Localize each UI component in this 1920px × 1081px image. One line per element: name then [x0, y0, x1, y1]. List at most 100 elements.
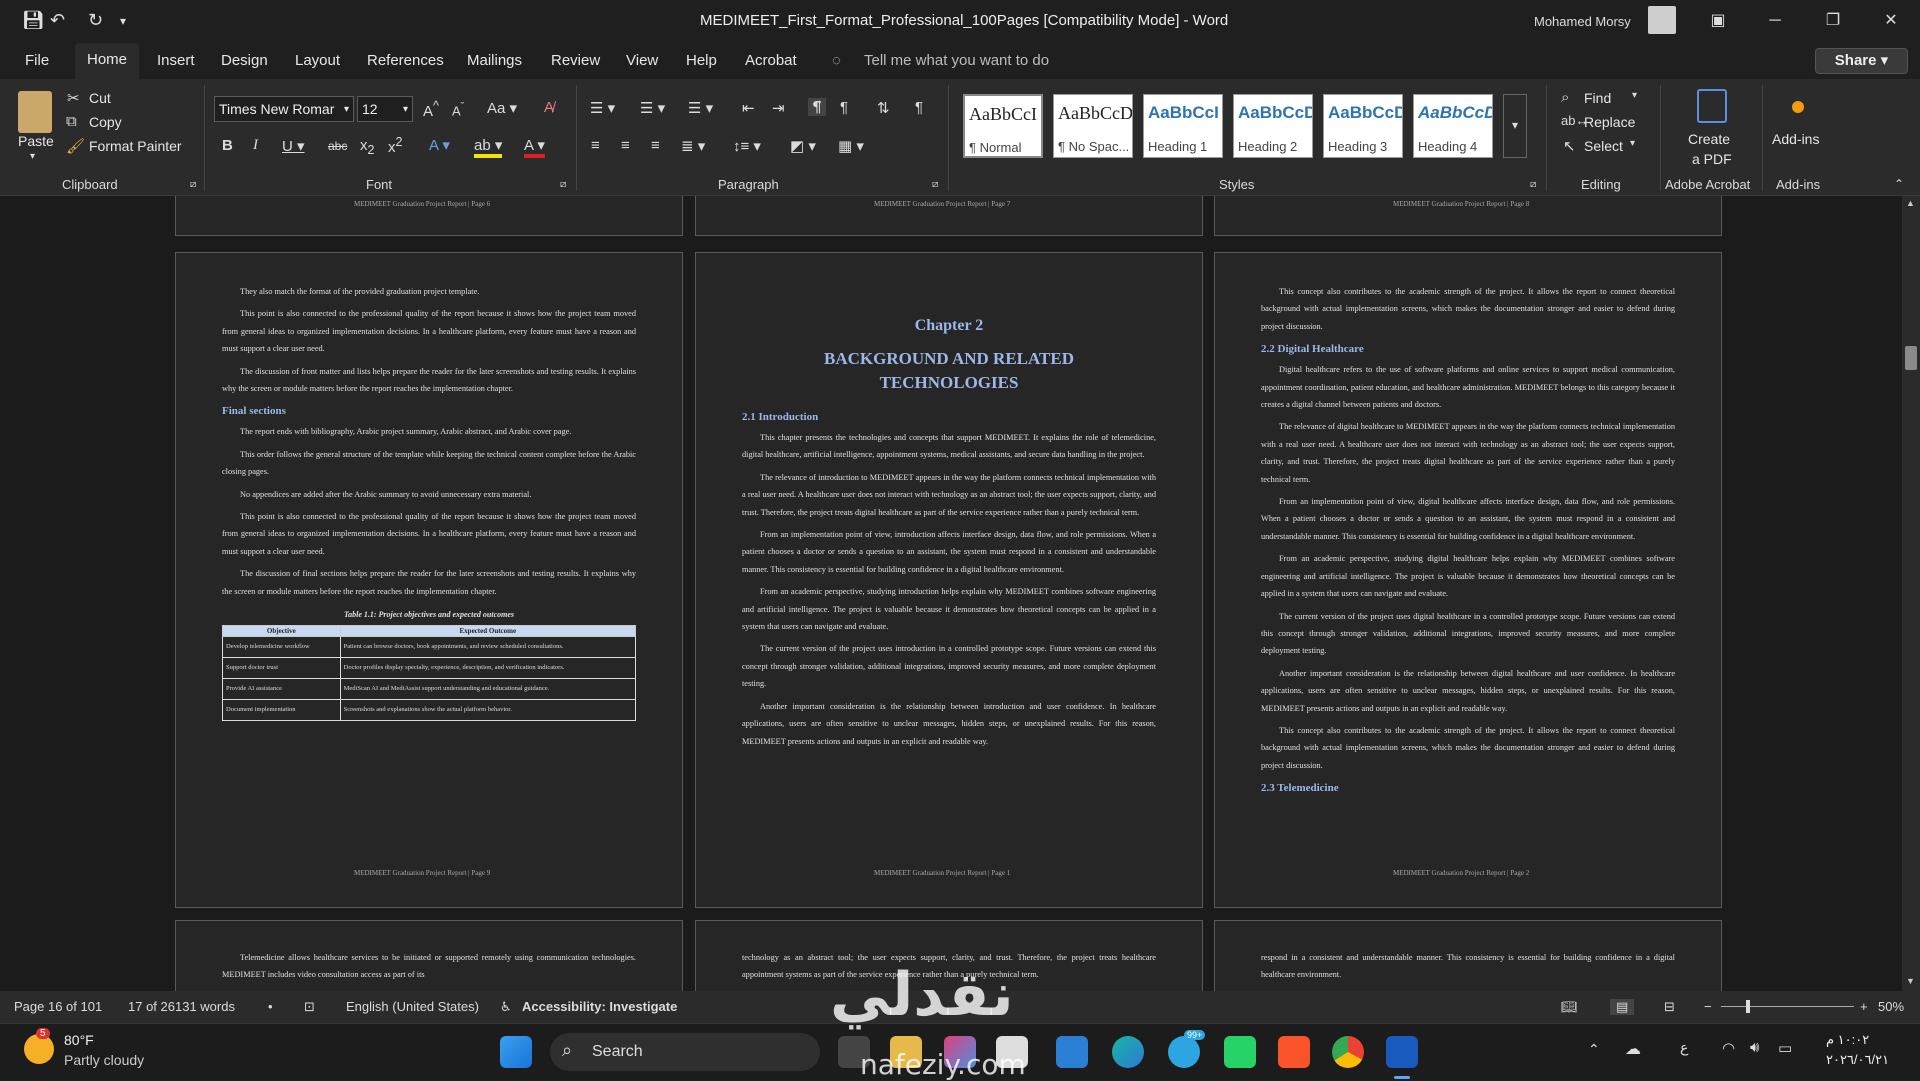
- copy-button[interactable]: Copy: [89, 114, 122, 130]
- paste-button[interactable]: Paste: [18, 133, 54, 149]
- weather-temperature[interactable]: 80°F: [64, 1032, 94, 1048]
- ltr-icon[interactable]: ¶⃗: [808, 98, 826, 116]
- share-button[interactable]: Share ▾: [1815, 48, 1908, 74]
- accessibility-status[interactable]: Accessibility: Investigate: [522, 999, 677, 1014]
- scroll-thumb[interactable]: [1905, 346, 1917, 370]
- change-case-icon[interactable]: Aa ▾: [487, 99, 517, 117]
- zoom-level[interactable]: 50%: [1878, 999, 1904, 1014]
- paste-icon[interactable]: [18, 91, 52, 133]
- vscode-icon[interactable]: [1056, 1036, 1088, 1068]
- battery-icon[interactable]: ▭: [1778, 1039, 1792, 1057]
- tray-overflow-icon[interactable]: ⌃: [1588, 1041, 1600, 1058]
- tab-view[interactable]: View: [626, 52, 658, 69]
- ribbon-display-icon[interactable]: ▣: [1695, 6, 1741, 36]
- input-language[interactable]: ع: [1680, 1039, 1688, 1056]
- borders-icon[interactable]: ▦ ▾: [838, 137, 864, 155]
- strikethrough-icon[interactable]: abc: [328, 139, 347, 153]
- zoom-slider-thumb[interactable]: [1746, 1000, 1750, 1013]
- cut-button[interactable]: Cut: [89, 90, 111, 106]
- tell-me-search[interactable]: Tell me what you want to do: [864, 52, 1049, 69]
- superscript-icon[interactable]: x2: [388, 135, 402, 156]
- multilevel-list-icon[interactable]: ☰ ▾: [688, 99, 713, 117]
- word-icon[interactable]: [1386, 1036, 1418, 1068]
- collapse-ribbon-icon[interactable]: ⌃: [1894, 177, 1904, 191]
- tab-insert[interactable]: Insert: [157, 52, 195, 69]
- select-button[interactable]: Select: [1584, 138, 1623, 154]
- text-effects-icon[interactable]: A ▾: [429, 136, 450, 154]
- styles-launcher-icon[interactable]: ⧄: [1530, 179, 1536, 190]
- align-right-icon[interactable]: ≡: [651, 137, 660, 154]
- line-spacing-icon[interactable]: ↕≡ ▾: [733, 137, 761, 155]
- style-heading-2[interactable]: AaBbCcD Heading 2: [1233, 94, 1313, 158]
- zoom-in-icon[interactable]: +: [1860, 999, 1868, 1014]
- avatar[interactable]: [1648, 6, 1676, 34]
- increase-indent-icon[interactable]: ⇥: [772, 99, 785, 117]
- tab-file[interactable]: File: [25, 52, 49, 69]
- underline-icon[interactable]: U ▾: [282, 137, 305, 155]
- format-painter-icon[interactable]: 🖌︎: [66, 137, 85, 155]
- telegram-icon[interactable]: [1168, 1036, 1200, 1068]
- scroll-down-icon[interactable]: ▼: [1906, 976, 1915, 986]
- undo-icon[interactable]: ↶: [50, 10, 65, 31]
- format-painter-button[interactable]: Format Painter: [89, 138, 182, 154]
- print-layout-icon[interactable]: ▤: [1610, 999, 1635, 1015]
- whatsapp-icon[interactable]: [1224, 1036, 1256, 1068]
- edge-icon[interactable]: [1112, 1036, 1144, 1068]
- sort-icon[interactable]: ⇅: [877, 99, 890, 117]
- tab-mailings[interactable]: Mailings: [467, 52, 522, 69]
- align-left-icon[interactable]: ≡: [591, 137, 600, 154]
- word-count[interactable]: 17 of 26131 words: [128, 999, 235, 1014]
- page-count[interactable]: Page 16 of 101: [14, 999, 102, 1014]
- style-normal[interactable]: AaBbCcI ¶ Normal: [963, 94, 1043, 158]
- style-heading-4[interactable]: AaBbCcD Heading 4: [1413, 94, 1493, 158]
- tab-layout[interactable]: Layout: [295, 52, 340, 69]
- language-status[interactable]: English (United States): [346, 999, 479, 1014]
- addins-button[interactable]: Add-ins: [1772, 131, 1819, 147]
- track-changes-icon[interactable]: •: [268, 999, 273, 1014]
- bold-icon[interactable]: B: [222, 137, 233, 154]
- subscript-icon[interactable]: x2: [360, 137, 374, 157]
- chrome-icon[interactable]: [1332, 1036, 1364, 1068]
- cloud-icon[interactable]: ☁: [1625, 1039, 1641, 1059]
- tab-review[interactable]: Review: [551, 52, 600, 69]
- bullets-icon[interactable]: ☰ ▾: [590, 99, 615, 117]
- font-color-icon[interactable]: A ▾: [524, 136, 545, 158]
- customize-quick-access-icon[interactable]: ▾: [120, 14, 126, 28]
- document-area[interactable]: MEDIMEET Graduation Project Report | Pag…: [0, 196, 1902, 991]
- italic-icon[interactable]: I: [253, 137, 258, 154]
- clipboard-launcher-icon[interactable]: ⧄: [190, 179, 196, 190]
- style-heading-3[interactable]: AaBbCcD Heading 3: [1323, 94, 1403, 158]
- justify-icon[interactable]: ≣ ▾: [681, 137, 705, 155]
- rtl-icon[interactable]: ¶: [840, 99, 848, 116]
- font-size-box[interactable]: 12 ▾: [357, 96, 413, 122]
- scroll-up-icon[interactable]: ▲: [1906, 198, 1915, 208]
- tab-references[interactable]: References: [367, 52, 444, 69]
- read-mode-icon[interactable]: 📖︎: [1561, 999, 1578, 1015]
- vertical-scrollbar[interactable]: ▲ ▼: [1902, 196, 1920, 991]
- user-name[interactable]: Mohamed Morsy: [1534, 14, 1631, 29]
- highlight-icon[interactable]: ab ▾: [474, 136, 503, 158]
- redo-icon[interactable]: ↻: [88, 10, 103, 31]
- clock-time[interactable]: ١٠:٠٢ م: [1826, 1032, 1869, 1048]
- decrease-indent-icon[interactable]: ⇤: [742, 99, 755, 117]
- volume-icon[interactable]: 🔊︎: [1750, 1039, 1759, 1056]
- proofing-icon[interactable]: ⊡: [304, 999, 315, 1015]
- accessibility-icon[interactable]: ♿︎: [500, 999, 512, 1015]
- brave-icon[interactable]: [1278, 1036, 1310, 1068]
- chevron-down-icon[interactable]: ▾: [1632, 90, 1637, 101]
- wifi-icon[interactable]: ◠: [1722, 1039, 1735, 1057]
- shading-icon[interactable]: ◩ ▾: [790, 137, 816, 155]
- taskbar-search[interactable]: ⌕ Search: [550, 1033, 820, 1071]
- paste-dropdown-icon[interactable]: ▾: [30, 151, 35, 162]
- find-icon[interactable]: ⌕: [1561, 89, 1569, 106]
- cut-icon[interactable]: ✂: [67, 89, 80, 107]
- save-icon[interactable]: 💾︎: [22, 10, 45, 31]
- zoom-out-icon[interactable]: −: [1704, 999, 1712, 1014]
- font-name-box[interactable]: Times New Romar ▾: [214, 96, 354, 122]
- clear-formatting-icon[interactable]: A̸: [544, 99, 554, 116]
- zoom-slider[interactable]: [1721, 1006, 1854, 1007]
- select-icon[interactable]: ↖: [1563, 137, 1576, 155]
- tab-design[interactable]: Design: [221, 52, 268, 69]
- grow-font-icon[interactable]: A^: [423, 99, 439, 120]
- chevron-down-icon[interactable]: ▾: [1630, 138, 1635, 149]
